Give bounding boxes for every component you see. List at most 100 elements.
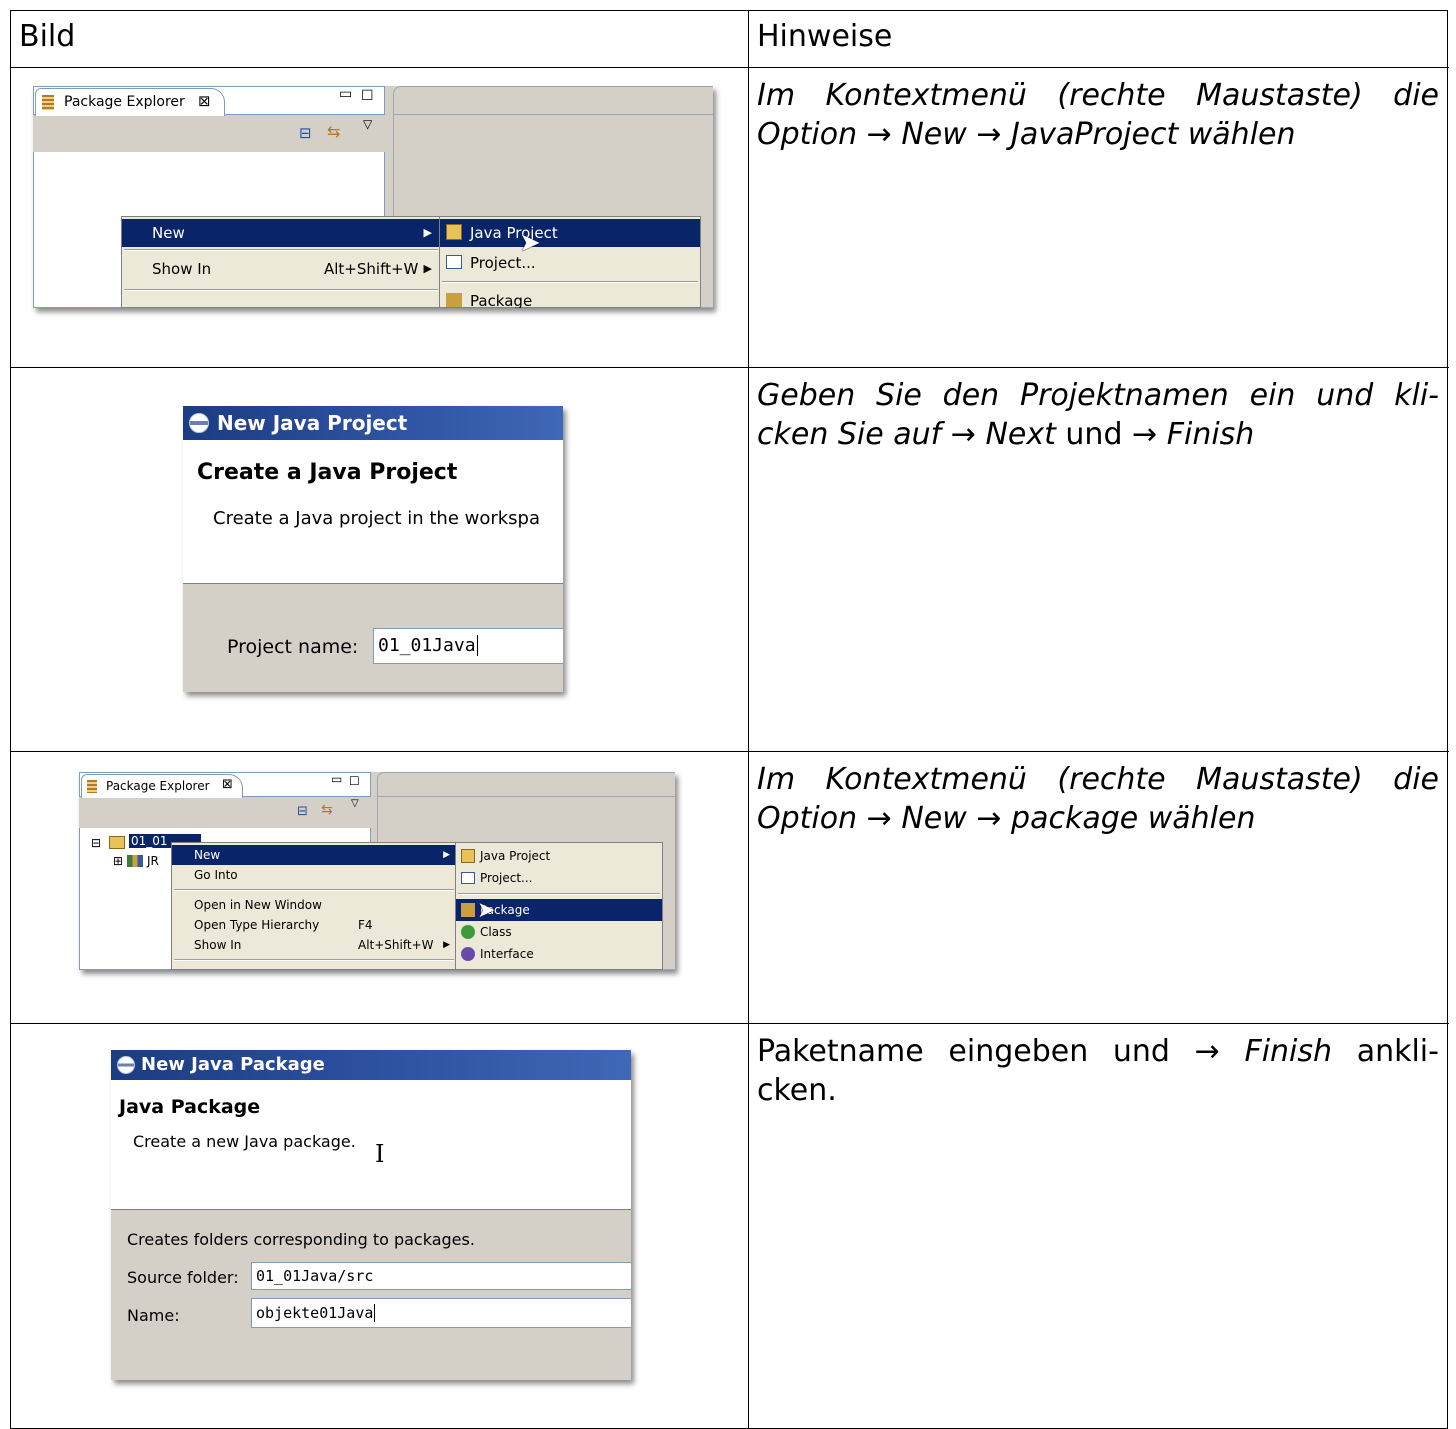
tree-expand-icon[interactable]: ⊞ (113, 854, 123, 868)
table-row-2: New Java Project Create a Java Project C… (11, 368, 1449, 752)
submenu-item-interface[interactable]: Interface (456, 943, 662, 965)
close-icon[interactable]: ⊠ (222, 777, 233, 792)
tree-expand-icon[interactable]: ⊟ (91, 836, 101, 850)
menu-item-show-in[interactable]: Show In Alt+Shift+W ▶ (122, 255, 440, 283)
submenu-item-project[interactable]: Project... (440, 249, 700, 277)
view-menu-icon[interactable]: ▽ (363, 117, 372, 131)
menu-separator (174, 889, 454, 891)
maximize-icon[interactable]: ☐ (361, 88, 374, 104)
java-project-icon (461, 849, 475, 863)
submenu-item-project[interactable]: Project... (456, 867, 662, 889)
dialog-title: New Java Project (217, 411, 408, 435)
row1-image-cell: Package Explorer ⊠ ▭ ☐ ⊟ ⇆ ▽ New ▶ Show … (11, 68, 749, 367)
minimize-icon[interactable]: ▭ (331, 772, 342, 786)
menu-separator (124, 249, 438, 251)
menu-item-new[interactable]: New ▶ (172, 845, 456, 865)
menu-separator (442, 281, 698, 283)
package-name-input[interactable]: objekte01Java (251, 1298, 631, 1328)
collapse-all-icon[interactable]: ⊟ (299, 124, 312, 142)
table-row-3: Package Explorer ⊠ ▭ ☐ ⊟ ⇆ ▽ ⊟ 01_01 ⊞ J… (11, 752, 1449, 1024)
project-folder-icon (109, 836, 125, 849)
menu-separator (174, 959, 454, 961)
menu-item-open-type-hierarchy[interactable]: Open Type Hierarchy F4 (172, 915, 456, 935)
screenshot-package-explorer-new-package: Package Explorer ⊠ ▭ ☐ ⊟ ⇆ ▽ ⊟ 01_01 ⊞ J… (79, 772, 675, 970)
header-bild: Bild (19, 19, 76, 54)
submenu-arrow-icon: ▶ (443, 850, 450, 860)
tree-item-jre[interactable]: JR (147, 854, 159, 868)
dialog-title: New Java Package (141, 1054, 325, 1075)
package-explorer-tab[interactable]: Package Explorer ⊠ (81, 774, 243, 798)
screenshot-new-java-project-dialog: New Java Project Create a Java Project C… (183, 406, 563, 692)
table-row-1: Package Explorer ⊠ ▭ ☐ ⊟ ⇆ ▽ New ▶ Show … (11, 68, 1449, 368)
package-icon (461, 903, 475, 917)
row4-note-cell: Paketname eingeben und → Finish ankli-ck… (749, 1024, 1449, 1429)
source-folder-input[interactable]: 01_01Java/src (251, 1262, 631, 1290)
header-cell-hinweise: Hinweise (749, 11, 1449, 67)
dialog-heading: Java Package (119, 1096, 261, 1118)
dialog-heading: Create a Java Project (197, 460, 458, 485)
row2-image-cell: New Java Project Create a Java Project C… (11, 368, 749, 751)
package-icon (446, 293, 462, 307)
new-submenu: Java Project Project... Package (439, 216, 701, 308)
shortcut-show-in: Alt+Shift+W (324, 260, 419, 278)
row2-note-cell: Geben Sie den Projektnamen ein und kli-c… (749, 368, 1449, 751)
eclipse-icon (117, 1056, 135, 1074)
package-explorer-label: Package Explorer (64, 94, 185, 110)
submenu-arrow-icon: ▶ (423, 262, 432, 275)
interface-icon (461, 947, 475, 961)
submenu-item-java-project[interactable]: Java Project (440, 219, 700, 247)
screenshot-new-java-package-dialog: New Java Package Java Package Create a n… (111, 1050, 631, 1380)
row1-note-cell: Im Kontextmenü (rechte Maustaste) die Op… (749, 68, 1449, 367)
submenu-item-java-project[interactable]: Java Project (456, 845, 662, 867)
row1-note: Im Kontextmenü (rechte Maustaste) die Op… (757, 78, 1439, 152)
menu-item-new[interactable]: New ▶ (122, 219, 440, 247)
close-icon[interactable]: ⊠ (198, 92, 211, 110)
table-row-4: New Java Package Java Package Create a n… (11, 1024, 1449, 1429)
jre-library-icon (127, 855, 143, 867)
instruction-table: Bild Hinweise Package Explorer ⊠ ▭ ☐ ⊟ ⇆ (10, 10, 1449, 1429)
dialog-title-bar: New Java Project (183, 406, 563, 440)
project-icon (446, 255, 462, 269)
menu-item-show-in[interactable]: Show In Alt+Shift+W ▶ (172, 935, 456, 955)
eclipse-icon (189, 413, 209, 433)
submenu-arrow-icon: ▶ (423, 226, 432, 239)
submenu-item-class[interactable]: Class (456, 921, 662, 943)
collapse-all-icon[interactable]: ⊟ (297, 804, 308, 819)
package-explorer-icon (42, 95, 54, 110)
dialog-description: Create a Java project in the workspa (213, 508, 541, 529)
package-explorer-tab[interactable]: Package Explorer ⊠ (35, 88, 225, 116)
submenu-item-package[interactable]: Package (440, 287, 700, 308)
menu-item-open-new-window[interactable]: Open in New Window (172, 895, 456, 915)
mouse-pointer-icon: ➤ (519, 228, 541, 258)
maximize-icon[interactable]: ☐ (349, 774, 360, 788)
java-project-icon (446, 224, 462, 240)
row3-note: Im Kontextmenü (rechte Maustaste) die Op… (757, 762, 1439, 836)
menu-item-go-into[interactable]: Go Into (172, 865, 456, 885)
menu-separator (124, 289, 438, 291)
package-name-label: Name: (127, 1306, 180, 1325)
row3-note-cell: Im Kontextmenü (rechte Maustaste) die Op… (749, 752, 1449, 1023)
dialog-title-bar: New Java Package (111, 1050, 631, 1080)
submenu-arrow-icon: ▶ (443, 940, 450, 950)
table-header-row: Bild Hinweise (11, 11, 1449, 68)
link-with-editor-icon[interactable]: ⇆ (321, 802, 333, 818)
dialog-description: Create a new Java package. (133, 1132, 356, 1151)
screenshot-package-explorer-menu: Package Explorer ⊠ ▭ ☐ ⊟ ⇆ ▽ New ▶ Show … (33, 86, 713, 308)
context-menu: New ▶ Go Into Open in New Window Open Ty… (171, 842, 457, 970)
view-menu-icon[interactable]: ▽ (351, 798, 359, 809)
minimize-icon[interactable]: ▭ (339, 86, 352, 102)
shortcut-show-in: Alt+Shift+W (358, 938, 434, 952)
row3-image-cell: Package Explorer ⊠ ▭ ☐ ⊟ ⇆ ▽ ⊟ 01_01 ⊞ J… (11, 752, 749, 1023)
package-explorer-icon (87, 780, 97, 793)
context-menu: New ▶ Show In Alt+Shift+W ▶ (121, 216, 441, 308)
row4-image-cell: New Java Package Java Package Create a n… (11, 1024, 749, 1429)
class-icon (461, 925, 475, 939)
header-cell-bild: Bild (11, 11, 749, 67)
shortcut-type-hierarchy: F4 (358, 918, 373, 932)
package-explorer-label: Package Explorer (106, 779, 210, 793)
source-folder-label: Source folder: (127, 1268, 239, 1287)
project-name-input[interactable]: 01_01Java (373, 628, 563, 664)
link-with-editor-icon[interactable]: ⇆ (327, 122, 340, 141)
header-hinweise: Hinweise (757, 19, 893, 54)
project-name-label: Project name: (227, 636, 359, 658)
